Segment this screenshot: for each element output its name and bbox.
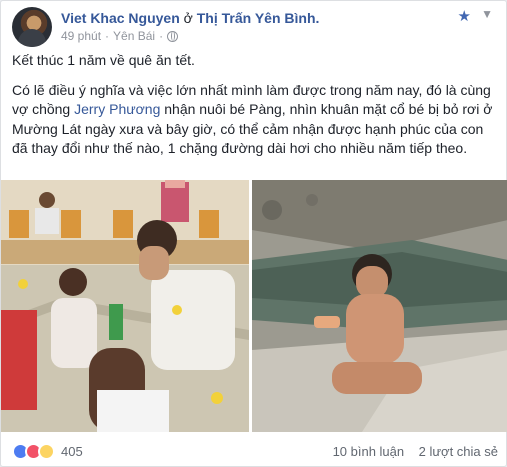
tagged-person-link[interactable]: Jerry Phương (74, 101, 160, 117)
chevron-down-icon[interactable]: ▼ (481, 7, 493, 21)
shares-count[interactable]: 2 lượt chia sẻ (419, 444, 498, 459)
post-text: Kết thúc 1 năm về quê ăn tết. Có lẽ điều… (12, 51, 498, 169)
author-name[interactable]: Viet Khac Nguyen (61, 10, 180, 26)
place-link[interactable]: Yên Bái (113, 29, 155, 43)
photo-left-illustration (1, 180, 249, 432)
photo-right[interactable] (252, 180, 507, 432)
photo-right-illustration (252, 180, 507, 432)
globe-icon (167, 30, 179, 42)
post-paragraph-2: Có lẽ điều ý nghĩa và việc lớn nhất mình… (12, 81, 498, 159)
photo-left[interactable] (1, 180, 249, 432)
star-icon[interactable]: ★ (458, 7, 471, 25)
location-link[interactable]: Thị Trấn Yên Bình. (197, 10, 320, 26)
reactions-summary[interactable]: 405 (12, 443, 83, 460)
engagement-counts: 10 bình luận 2 lượt chia sẻ (333, 444, 498, 459)
post-line-1: Kết thúc 1 năm về quê ăn tết. (12, 52, 195, 68)
post-header: Viet Khac Nguyen ở Thị Trấn Yên Bình. 49… (12, 7, 497, 47)
haha-reaction-icon (38, 443, 55, 460)
reaction-count[interactable]: 405 (61, 444, 83, 459)
post-meta: 49 phút · Yên Bái · (61, 29, 179, 43)
at-word: ở (183, 10, 193, 26)
meta-separator: · (105, 29, 110, 43)
photo-grid (1, 180, 507, 432)
comments-count[interactable]: 10 bình luận (333, 444, 405, 459)
post-card: Viet Khac Nguyen ở Thị Trấn Yên Bình. 49… (0, 0, 507, 467)
author-line: Viet Khac Nguyen ở Thị Trấn Yên Bình. (61, 10, 319, 26)
timestamp[interactable]: 49 phút (61, 29, 101, 43)
avatar[interactable] (12, 7, 52, 47)
post-footer: 405 10 bình luận 2 lượt chia sẻ (12, 441, 498, 461)
meta-separator-2: · (159, 29, 164, 43)
